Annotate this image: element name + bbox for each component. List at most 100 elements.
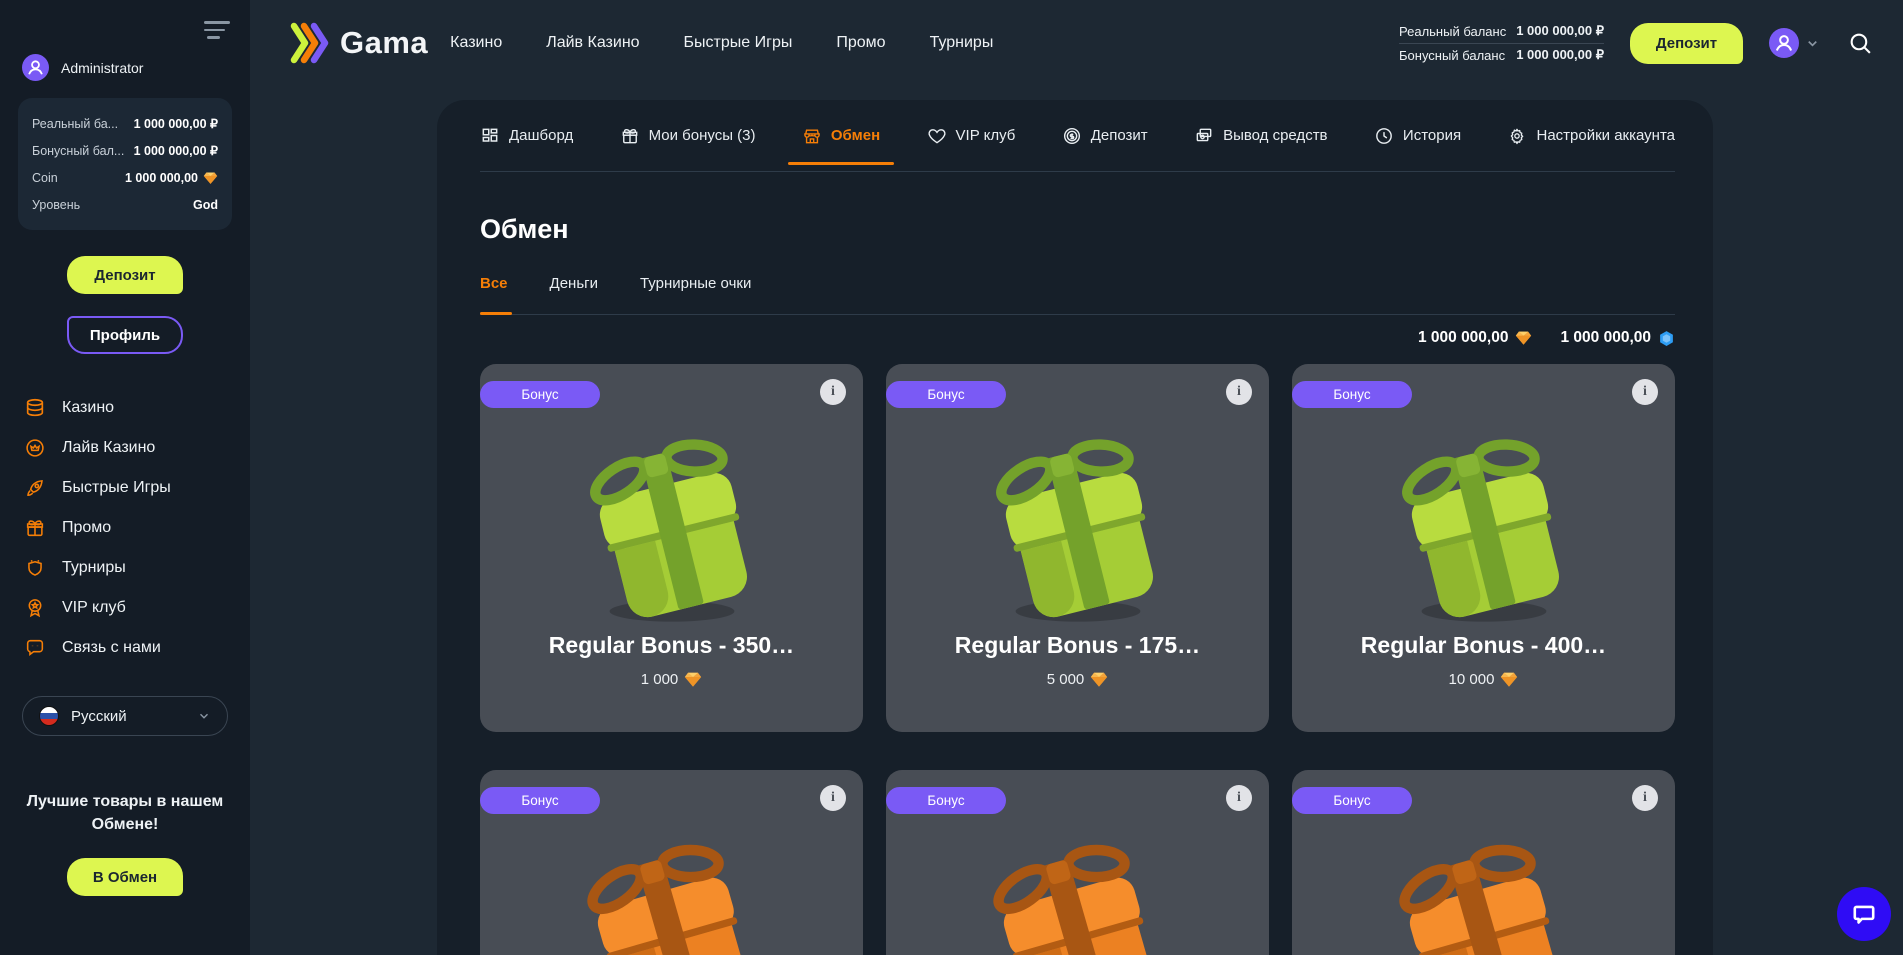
avatar [22, 54, 49, 81]
rocket-icon [24, 477, 46, 499]
gold-gem-icon [1500, 671, 1518, 688]
gold-gem-icon [1090, 671, 1108, 688]
tab-dashboard[interactable]: Дашборд [480, 126, 573, 146]
sidebar-item-label: Казино [62, 399, 114, 417]
sidebar-item-label: Промо [62, 519, 111, 537]
logo-chevrons-icon [288, 21, 334, 65]
bonus-card[interactable]: Бонус i [886, 770, 1269, 955]
nav-live-casino[interactable]: Лайв Казино [546, 34, 639, 52]
info-icon[interactable]: i [820, 785, 846, 811]
account-menu[interactable] [1769, 28, 1820, 58]
hamburger-menu-icon[interactable] [204, 16, 232, 44]
sidebar-profile-button[interactable]: Профиль [67, 316, 183, 354]
bonus-badge: Бонус [1292, 381, 1412, 408]
withdraw-icon [1194, 126, 1214, 146]
filter-money[interactable]: Деньги [550, 275, 598, 292]
chat-widget-button[interactable] [1837, 887, 1891, 941]
gift-icon [620, 126, 640, 146]
bonus-title: Regular Bonus - 175… [955, 632, 1200, 659]
info-icon[interactable]: i [820, 379, 846, 405]
gold-gem-icon [203, 171, 218, 185]
vip-badge-icon [24, 597, 46, 619]
bonus-badge: Бонус [480, 381, 600, 408]
tab-vip-club[interactable]: VIP клуб [927, 126, 1016, 146]
nav-promo[interactable]: Промо [836, 34, 885, 52]
language-label: Русский [71, 708, 185, 725]
bonus-card[interactable]: Бонус i [1292, 770, 1675, 955]
sidebar-item-label: Связь с нами [62, 639, 161, 657]
sidebar-item-label: VIP клуб [62, 599, 126, 617]
header-deposit-button[interactable]: Депозит [1630, 23, 1743, 64]
nav-fast-games[interactable]: Быстрые Игры [684, 34, 793, 52]
bonus-title: Regular Bonus - 400… [1361, 632, 1606, 659]
account-panel: Дашборд Мои бонусы (3) Обмен VIP клуб Де… [437, 100, 1713, 955]
avatar [1769, 28, 1799, 58]
sidebar-item-contact[interactable]: Связь с нами [0, 628, 250, 668]
gold-gem-icon [684, 671, 702, 688]
header-balances: Реальный баланс 1 000 000,00 ₽ Бонусный … [1399, 20, 1604, 67]
bonus-card[interactable]: Бонус i [480, 770, 863, 955]
orange-gift-image [568, 828, 776, 955]
sidebar-item-casino[interactable]: Казино [0, 388, 250, 428]
tab-withdraw[interactable]: Вывод средств [1194, 126, 1327, 146]
live-casino-icon [24, 437, 46, 459]
header-right: Реальный баланс 1 000 000,00 ₽ Бонусный … [1399, 20, 1873, 67]
nav-tournaments[interactable]: Турниры [930, 34, 994, 52]
gift-icon [24, 517, 46, 539]
chevron-down-icon [1805, 36, 1820, 51]
level-row: Уровень God [32, 191, 218, 218]
sidebar-item-tournaments[interactable]: Турниры [0, 548, 250, 588]
to-exchange-button[interactable]: В Обмен [67, 858, 183, 896]
sidebar-item-vip-club[interactable]: VIP клуб [0, 588, 250, 628]
top-nav: Казино Лайв Казино Быстрые Игры Промо Ту… [450, 34, 993, 52]
sidebar-item-label: Быстрые Игры [62, 479, 171, 497]
bonus-card[interactable]: Бонус i Regular Bonus - 175… 5 000 [886, 364, 1269, 732]
sidebar-nav: Казино Лайв Казино Быстрые Игры Промо Ту… [0, 388, 250, 668]
info-icon[interactable]: i [1632, 379, 1658, 405]
search-icon[interactable] [1848, 31, 1873, 56]
bonus-card[interactable]: Бонус i Regular Bonus - 400… 10 000 [1292, 364, 1675, 732]
points-balance: 1 000 000,00 [1560, 329, 1675, 347]
chat-bubble-icon [1851, 901, 1877, 927]
chevron-down-icon [197, 709, 211, 723]
orange-gift-image [974, 828, 1182, 955]
info-icon[interactable]: i [1632, 785, 1658, 811]
tab-account-settings[interactable]: Настройки аккаунта [1507, 126, 1675, 146]
history-icon [1374, 126, 1394, 146]
bonus-price: 5 000 [1047, 671, 1109, 688]
russia-flag-icon [39, 706, 59, 726]
gear-icon [1507, 126, 1527, 146]
brand-logo[interactable]: Gama [288, 21, 428, 65]
username: Administrator [61, 60, 143, 76]
gold-gem-icon [1515, 330, 1532, 346]
green-gift-image [1380, 422, 1588, 630]
sidebar-promo-text: Лучшие товары в нашем Обмене! [16, 790, 234, 836]
tab-exchange[interactable]: Обмен [802, 126, 880, 146]
blue-gem-icon [1658, 330, 1675, 347]
bonus-card[interactable]: Бонус i Regular Bonus - 350… 1 000 [480, 364, 863, 732]
info-icon[interactable]: i [1226, 379, 1252, 405]
bonus-badge: Бонус [1292, 787, 1412, 814]
sidebar-item-promo[interactable]: Промо [0, 508, 250, 548]
sidebar-item-live-casino[interactable]: Лайв Казино [0, 428, 250, 468]
balance-panel: Реальный ба... 1 000 000,00 ₽ Бонусный б… [18, 98, 232, 230]
green-gift-image [568, 422, 776, 630]
tab-deposit[interactable]: Депозит [1062, 126, 1148, 146]
chat-icon [24, 637, 46, 659]
dashboard-icon [480, 126, 500, 146]
bonus-title: Regular Bonus - 350… [549, 632, 794, 659]
sidebar: Administrator Реальный ба... 1 000 000,0… [0, 0, 250, 955]
filter-all[interactable]: Все [480, 275, 508, 292]
filter-tournament-points[interactable]: Турнирные очки [640, 275, 751, 292]
tab-history[interactable]: История [1374, 126, 1461, 146]
nav-casino[interactable]: Казино [450, 34, 502, 52]
sidebar-item-fast-games[interactable]: Быстрые Игры [0, 468, 250, 508]
sidebar-deposit-button[interactable]: Депозит [67, 256, 183, 294]
tab-my-bonuses[interactable]: Мои бонусы (3) [620, 126, 756, 146]
info-icon[interactable]: i [1226, 785, 1252, 811]
bonus-cards-grid: Бонус i Regular Bonus - 350… 1 000 Бонус… [480, 364, 1675, 955]
account-tabbar: Дашборд Мои бонусы (3) Обмен VIP клуб Де… [480, 100, 1675, 172]
sidebar-item-label: Турниры [62, 559, 126, 577]
green-gift-image [974, 422, 1182, 630]
language-selector[interactable]: Русский [22, 696, 228, 736]
